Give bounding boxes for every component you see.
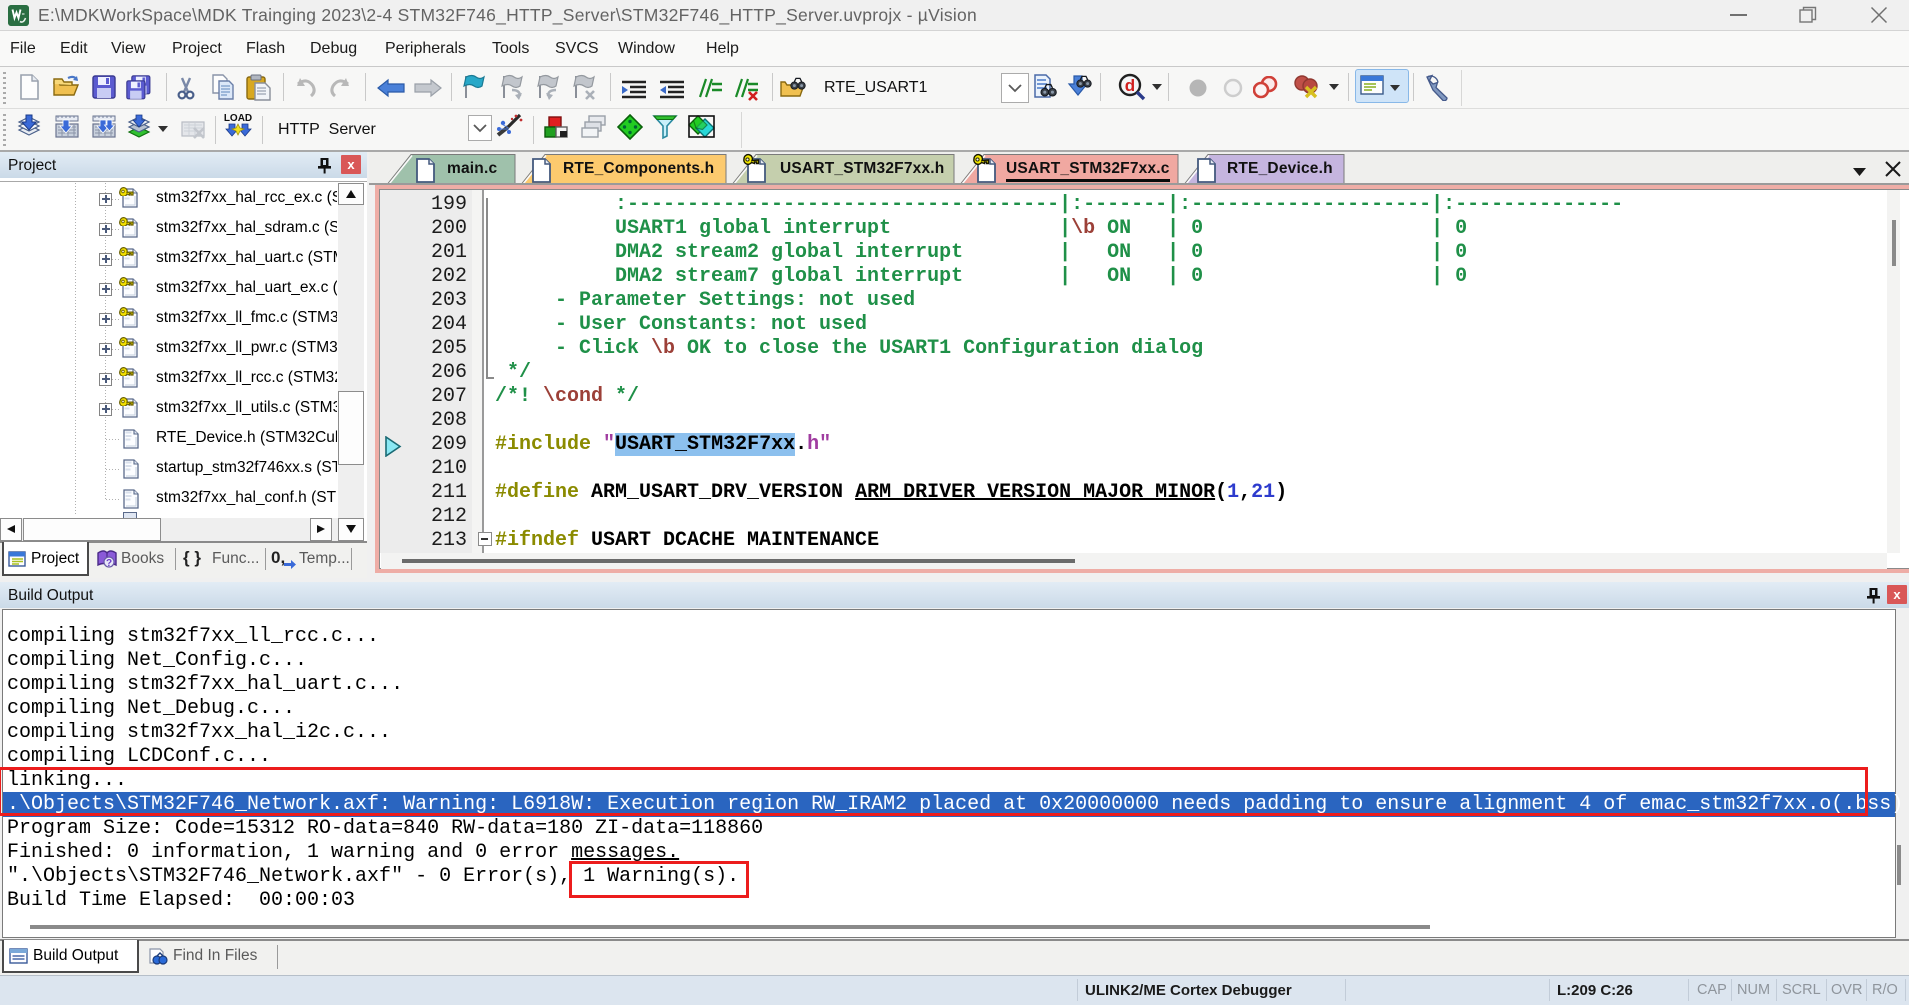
svg-text:LOAD: LOAD (224, 113, 252, 124)
svg-text:d: d (1125, 76, 1135, 95)
svg-text:?: ? (106, 558, 112, 569)
